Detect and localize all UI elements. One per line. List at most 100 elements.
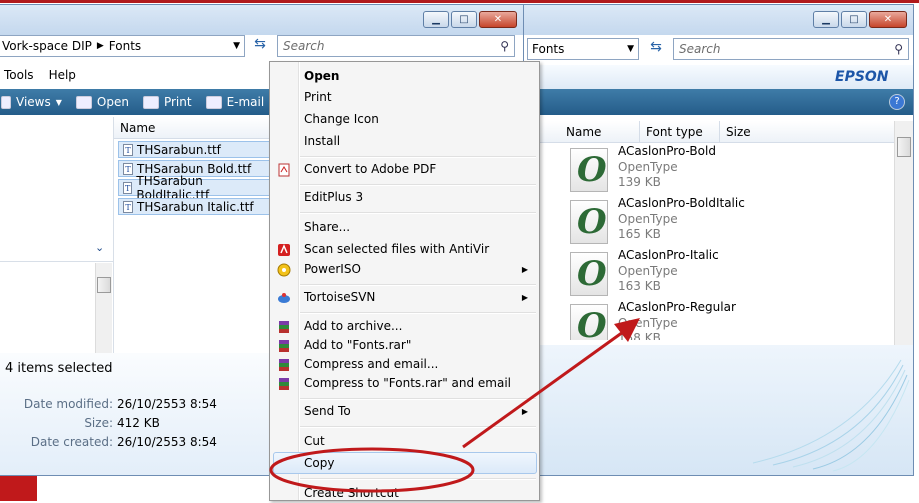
menu-item-tortoisesvn[interactable]: TortoiseSVN <box>304 287 375 307</box>
minimize-button[interactable]: ▁ <box>423 11 449 28</box>
views-icon <box>1 95 11 109</box>
opentype-font-icon: O <box>570 148 608 192</box>
list-item[interactable]: O ACaslonPro-Italic OpenType 163 KB <box>570 248 900 300</box>
menu-item-share[interactable]: Share... <box>304 217 350 237</box>
pdf-icon <box>277 163 291 177</box>
desktop-red-block <box>0 474 37 501</box>
column-name[interactable]: Name <box>566 125 601 139</box>
menu-item-add-archive[interactable]: Add to archive... <box>304 316 402 336</box>
menu-item-compress-rar-email[interactable]: Compress to "Fonts.rar" and email <box>304 373 511 393</box>
window-controls: ▁ □ ✕ <box>423 11 517 28</box>
list-item[interactable]: T THSarabun BoldItalic.ttf <box>118 174 270 202</box>
menu-item-open[interactable]: Open <box>304 66 339 86</box>
column-size[interactable]: Size <box>726 125 751 139</box>
column-name[interactable]: Name <box>120 121 155 135</box>
list-item[interactable]: O ACaslonPro-BoldItalic OpenType 165 KB <box>570 196 900 248</box>
email-button[interactable]: E-mail <box>205 95 264 109</box>
search-icon[interactable]: ⚲ <box>500 36 509 56</box>
refresh-icon[interactable]: ⇆ <box>249 36 271 56</box>
search-icon[interactable]: ⚲ <box>894 39 903 59</box>
menu-tools[interactable]: Tools <box>4 68 34 82</box>
help-icon[interactable]: ? <box>889 94 905 110</box>
truetype-font-icon: T <box>123 181 133 194</box>
list-item[interactable]: T THSarabun.ttf <box>118 141 270 158</box>
column-header: Name Font type Size <box>521 121 894 143</box>
menu-item-compress-email[interactable]: Compress and email... <box>304 354 438 374</box>
chevron-down-icon[interactable]: ▼ <box>233 41 244 51</box>
nav-divider <box>0 261 113 262</box>
detail-label: Size: <box>84 416 113 430</box>
menu-item-install[interactable]: Install <box>304 131 340 151</box>
details-pane <box>521 345 913 475</box>
menu-item-copy[interactable]: Copy <box>304 453 334 473</box>
fonts-toolbar: ? <box>521 89 913 115</box>
menu-separator <box>300 398 536 400</box>
email-icon <box>205 95 222 109</box>
winrar-icon <box>277 339 291 353</box>
address-bar[interactable]: Fonts ▼ <box>527 38 639 60</box>
menu-separator <box>300 478 536 480</box>
detail-value: 412 KB <box>117 416 160 430</box>
menu-separator <box>300 312 536 314</box>
context-menu: Open Print Change Icon Install Convert t… <box>269 61 540 501</box>
breadcrumb-item[interactable]: Vork-space DIP <box>0 39 92 53</box>
search-input[interactable]: Search ⚲ <box>673 38 909 60</box>
menu-separator <box>300 426 536 428</box>
winrar-icon <box>277 358 291 372</box>
list-item[interactable]: O ACaslonPro-Regular OpenType 158 KB <box>570 300 900 340</box>
submenu-arrow-icon: ▶ <box>521 265 528 274</box>
selection-status: 4 items selected <box>5 361 113 376</box>
maximize-button[interactable]: □ <box>841 11 867 28</box>
menu-item-change-icon[interactable]: Change Icon <box>304 109 379 129</box>
close-button[interactable]: ✕ <box>869 11 907 28</box>
nav-scrollbar[interactable] <box>95 263 112 353</box>
truetype-font-icon: T <box>123 143 133 156</box>
column-font-type[interactable]: Font type <box>646 125 703 139</box>
navigation-pane: ⌄ <box>0 117 114 353</box>
chevron-down-icon[interactable]: ▼ <box>627 44 638 54</box>
decorative-swoosh <box>753 359 910 472</box>
scrollbar-thumb[interactable] <box>97 277 111 293</box>
menu-item-add-rar[interactable]: Add to "Fonts.rar" <box>304 335 411 355</box>
refresh-icon[interactable]: ⇆ <box>645 39 667 59</box>
list-item[interactable]: O ACaslonPro-Bold OpenType 139 KB <box>570 144 900 196</box>
maximize-button[interactable]: □ <box>451 11 477 28</box>
open-icon <box>75 95 92 109</box>
menu-item-convert-pdf[interactable]: Convert to Adobe PDF <box>304 159 436 179</box>
breadcrumb-item[interactable]: Fonts <box>109 39 233 53</box>
chevron-down-icon[interactable]: ▼ <box>56 98 62 107</box>
submenu-arrow-icon: ▶ <box>521 407 528 416</box>
search-input[interactable]: Search ⚲ <box>277 35 515 57</box>
window-controls: ▁ □ ✕ <box>813 11 907 28</box>
detail-label: Date created: <box>30 435 113 449</box>
chevron-right-icon[interactable]: ▶ <box>92 41 109 51</box>
breadcrumb[interactable]: Vork-space DIP ▶ Fonts ▼ <box>0 35 245 57</box>
menu-item-editplus[interactable]: EditPlus 3 <box>304 187 363 207</box>
menu-item-send-to[interactable]: Send To <box>304 401 351 421</box>
menu-help[interactable]: Help <box>49 68 76 82</box>
menu-bar: Tools Help <box>1 65 76 85</box>
winrar-icon <box>277 320 291 334</box>
menu-item-create-shortcut[interactable]: Create Shortcut <box>304 483 399 503</box>
menu-item-print[interactable]: Print <box>304 87 332 107</box>
open-button[interactable]: Open <box>75 95 129 109</box>
antivir-icon <box>277 243 291 257</box>
menu-separator <box>300 184 536 186</box>
close-button[interactable]: ✕ <box>479 11 517 28</box>
menu-separator <box>300 212 536 214</box>
poweriso-icon <box>277 263 291 277</box>
truetype-font-icon: T <box>123 162 133 175</box>
chevron-down-icon[interactable]: ⌄ <box>95 241 104 254</box>
winrar-icon <box>277 377 291 391</box>
list-item[interactable]: T THSarabun Italic.ttf <box>118 198 270 215</box>
detail-label: Date modified: <box>23 397 113 411</box>
menu-item-cut[interactable]: Cut <box>304 431 325 451</box>
menu-gutter <box>298 62 300 500</box>
printer-icon <box>142 95 159 109</box>
views-button[interactable]: Views ▼ <box>1 95 62 109</box>
minimize-button[interactable]: ▁ <box>813 11 839 28</box>
menu-item-antivir[interactable]: Scan selected files with AntiVir <box>304 239 489 259</box>
detail-value: 26/10/2553 8:54 <box>117 435 217 449</box>
print-button[interactable]: Print <box>142 95 192 109</box>
menu-item-poweriso[interactable]: PowerISO <box>304 259 361 279</box>
